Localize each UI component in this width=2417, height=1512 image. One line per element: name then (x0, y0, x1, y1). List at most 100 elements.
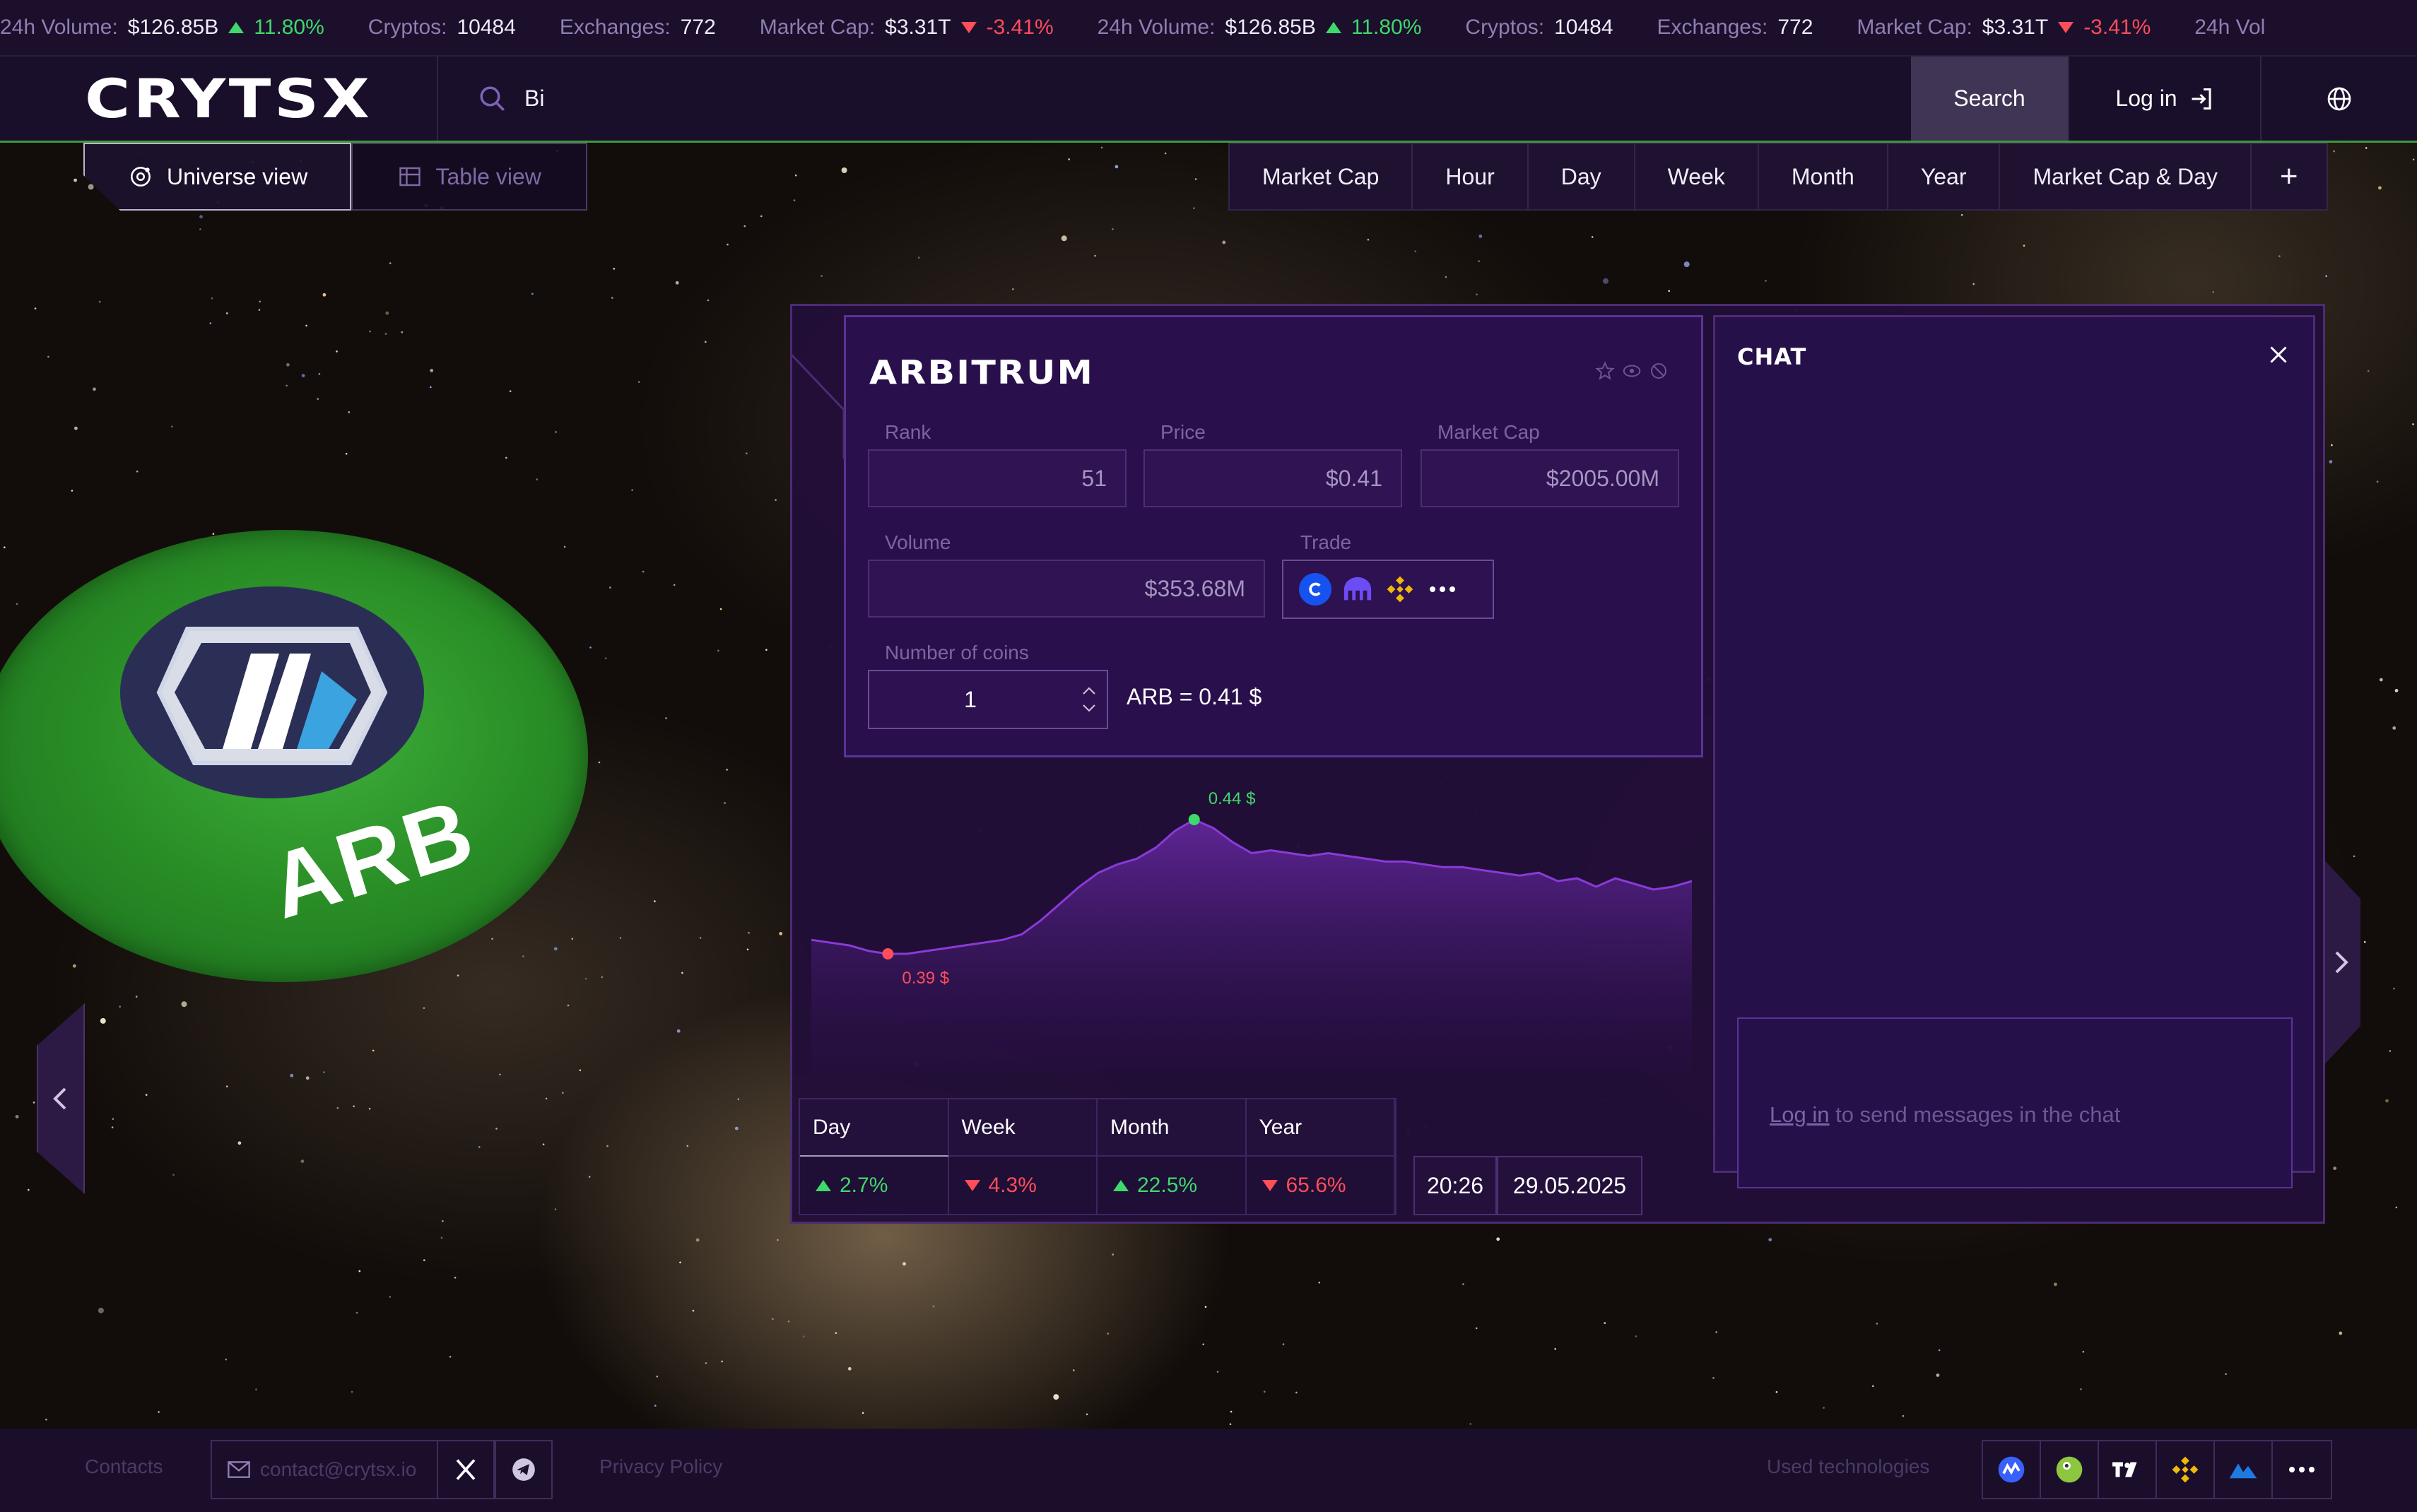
search-button[interactable]: Search (1911, 57, 2068, 141)
coin-name: ARBITRUM (869, 353, 1095, 391)
trade-exchanges (1282, 560, 1494, 619)
star (509, 390, 512, 392)
coingecko-icon[interactable] (2041, 1441, 2099, 1498)
star (2365, 147, 2368, 149)
star (746, 452, 748, 454)
add-sort-button[interactable]: + (2252, 144, 2327, 209)
binance-icon[interactable] (1384, 573, 1416, 606)
star (2080, 1388, 2082, 1390)
sort-tab-day[interactable]: Day (1529, 144, 1635, 209)
star (1938, 1349, 1941, 1352)
star (322, 293, 327, 297)
star (554, 1208, 557, 1210)
star (1476, 293, 1478, 296)
sort-tab-market-cap[interactable]: Market Cap (1230, 144, 1413, 209)
login-icon (2192, 88, 2211, 110)
star (1872, 1385, 1874, 1388)
ticker-value: $126.85B (127, 16, 219, 39)
ticker-label: Exchanges: (1657, 16, 1768, 39)
period-tab-week[interactable]: Week (948, 1099, 1098, 1157)
down-arrow-icon (1262, 1179, 1278, 1191)
star (2393, 987, 2395, 990)
more-icon[interactable] (1426, 573, 1459, 606)
sort-tab-hour[interactable]: Hour (1413, 144, 1529, 209)
language-button[interactable] (2260, 57, 2417, 141)
star (258, 309, 261, 311)
email-link[interactable]: contact@crytsx.io (211, 1440, 438, 1499)
kraken-icon[interactable] (1341, 573, 1374, 606)
star (1554, 1347, 1556, 1350)
period-tab-month[interactable]: Month (1098, 1099, 1247, 1157)
star (28, 1188, 30, 1191)
star (542, 1143, 545, 1145)
star (2367, 370, 2370, 372)
email-text: contact@crytsx.io (260, 1458, 417, 1480)
sort-tab-year[interactable]: Year (1888, 144, 2001, 209)
down-arrow-icon (964, 1179, 980, 1191)
coin-quantity-stepper[interactable]: 1 (868, 670, 1108, 729)
close-icon[interactable] (2266, 342, 2291, 367)
star (707, 299, 710, 302)
chat-login-link[interactable]: Log in (1770, 1102, 1829, 1127)
star (305, 1076, 310, 1080)
table-view-button[interactable]: Table view (351, 143, 588, 211)
eye-icon[interactable] (1621, 360, 1642, 382)
more-icon[interactable] (2273, 1441, 2331, 1498)
star (305, 324, 307, 327)
binance-icon[interactable] (2157, 1441, 2215, 1498)
universe-view-button[interactable]: Universe view (83, 143, 352, 211)
star (2329, 460, 2333, 463)
up-arrow-icon (1113, 1179, 1129, 1191)
contacts-link[interactable]: Contacts (85, 1455, 163, 1478)
login-label: Log in (2115, 85, 2177, 111)
ticker-label: 24h Volume: (0, 16, 118, 39)
star (457, 974, 459, 976)
block-icon[interactable] (1648, 360, 1669, 382)
star (777, 1239, 779, 1241)
period-value-day: 2.7% (800, 1157, 949, 1214)
star (336, 350, 338, 353)
star (562, 1092, 564, 1094)
star (1768, 1238, 1772, 1241)
star (686, 1145, 689, 1147)
star (348, 411, 351, 413)
coinmarketcap-icon[interactable] (1983, 1441, 2041, 1498)
sort-tab-month[interactable]: Month (1759, 144, 1888, 209)
rank-label: Rank (885, 421, 931, 443)
period-tab-year[interactable]: Year (1246, 1099, 1395, 1157)
ticker-item: 24h Volume: $126.85B 11.80% (0, 16, 324, 40)
price-field: $0.41 (1143, 449, 1402, 507)
login-button[interactable]: Log in (2068, 57, 2260, 141)
chevron-down-icon[interactable] (1081, 703, 1097, 713)
star (72, 964, 76, 968)
privacy-policy-link[interactable]: Privacy Policy (599, 1455, 722, 1478)
date-display: 29.05.2025 (1497, 1156, 1642, 1215)
telegram-link[interactable] (495, 1440, 553, 1499)
sort-tab-week[interactable]: Week (1635, 144, 1759, 209)
star (536, 478, 538, 480)
sort-tab-market-cap-day[interactable]: Market Cap & Day (2000, 144, 2252, 209)
star (631, 489, 633, 491)
star-icon[interactable] (1594, 360, 1616, 382)
down-arrow-icon (2058, 22, 2074, 33)
star (1222, 240, 1226, 244)
x-link[interactable] (437, 1440, 495, 1499)
chevron-right-icon (2331, 948, 2351, 976)
star (606, 1145, 608, 1147)
star (1263, 1390, 1266, 1393)
star (1107, 1333, 1110, 1335)
star (389, 1296, 392, 1298)
volume-label: Volume (885, 531, 951, 553)
coinbase-icon[interactable] (1299, 573, 1331, 606)
star (2023, 244, 2025, 247)
logo[interactable]: CRYTSX (0, 57, 438, 141)
ticker-label: Cryptos: (367, 16, 447, 39)
star (553, 947, 558, 951)
star (1823, 1407, 1825, 1409)
star (73, 178, 77, 182)
chevron-up-icon[interactable] (1081, 686, 1097, 696)
search-input[interactable] (524, 85, 1584, 112)
tradingview-icon[interactable] (2099, 1441, 2157, 1498)
period-tab-day[interactable]: Day (800, 1099, 949, 1157)
kraken-icon[interactable] (2215, 1441, 2273, 1498)
